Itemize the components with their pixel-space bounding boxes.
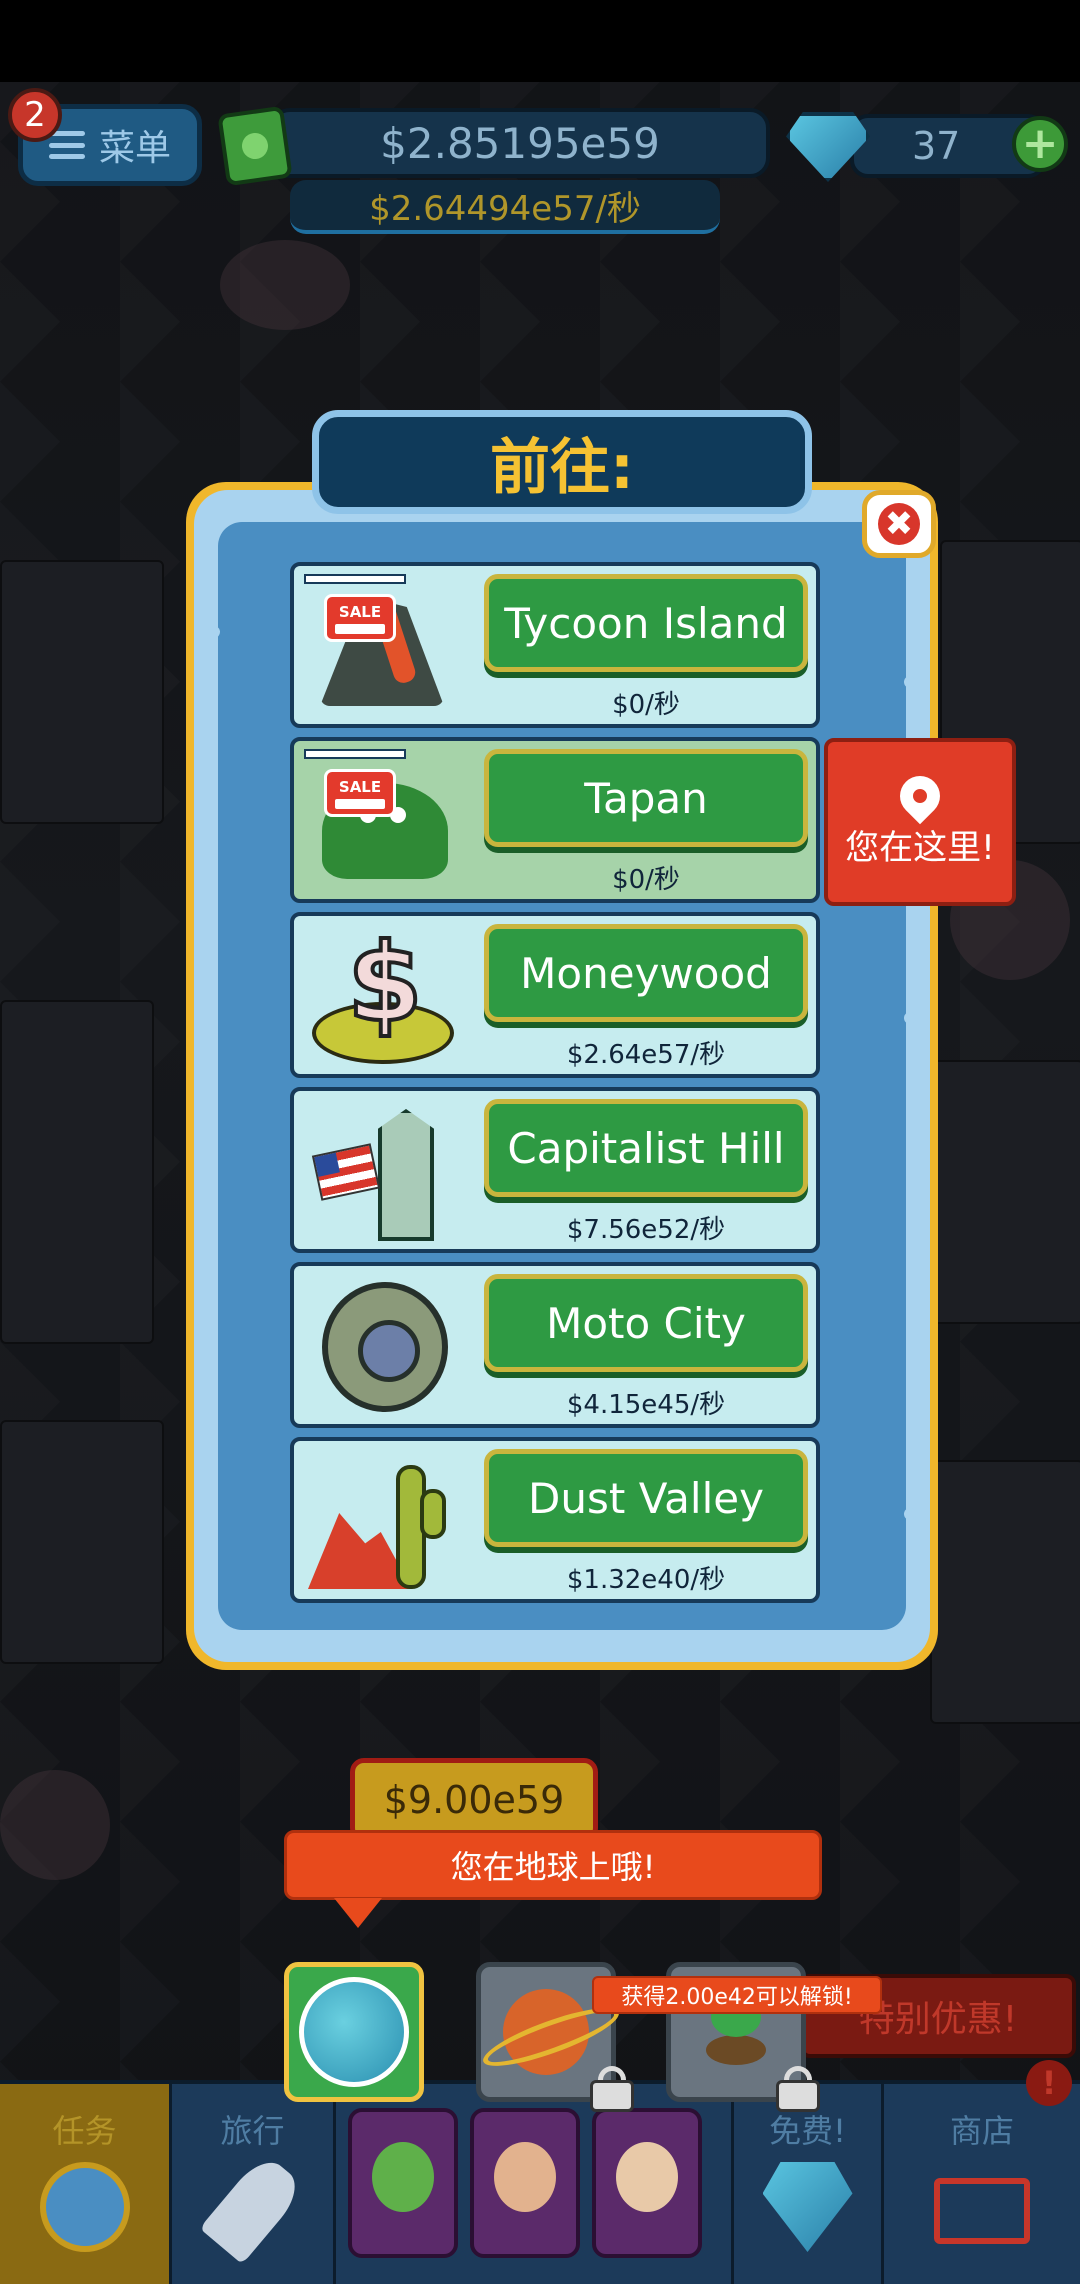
planet-earth-button[interactable] <box>284 1962 424 2102</box>
close-icon: ✖ <box>878 503 920 545</box>
cactus-icon <box>304 1449 450 1589</box>
planet-tooltip: 您在地球上哦! <box>284 1830 822 1900</box>
rocket-icon <box>198 2151 307 2265</box>
destination-rate: $7.56e52/秒 <box>566 1215 726 1245</box>
shopping-cart-icon <box>934 2178 1030 2244</box>
lock-icon <box>590 2066 634 2112</box>
alert-badge: ! <box>1026 2060 1072 2106</box>
destination-card: Dust Valley $1.32e40/秒 <box>290 1437 820 1603</box>
travel-button-moto-city[interactable]: Moto City <box>484 1274 808 1372</box>
unlock-tooltip: 获得2.00e42可以解锁! <box>592 1976 882 2014</box>
destination-rate: $4.15e45/秒 <box>566 1390 726 1420</box>
destination-list: SALE Tycoon Island $0/秒 SALE Tapan $0/秒 … <box>290 562 820 1612</box>
manager-avatar[interactable] <box>470 2108 580 2258</box>
add-gems-button[interactable]: + <box>1012 116 1068 172</box>
destination-rate: $0/秒 <box>612 690 680 720</box>
travel-button-tapan[interactable]: Tapan <box>484 749 808 847</box>
managers-panel[interactable] <box>336 2084 734 2284</box>
travel-button-dust-valley[interactable]: Dust Valley <box>484 1449 808 1547</box>
you-are-here-label: 您在这里! <box>845 828 995 868</box>
rivet <box>208 626 220 638</box>
dialog-title: 前往: <box>312 410 812 514</box>
rivet <box>904 1508 916 1520</box>
gem-icon <box>762 2162 853 2252</box>
tooltip-tail <box>334 1898 382 1928</box>
travel-button-moneywood[interactable]: Moneywood <box>484 924 808 1022</box>
tire-icon <box>304 1274 450 1414</box>
destination-card: Capitalist Hill $7.56e52/秒 <box>290 1087 820 1253</box>
medal-icon <box>39 2162 130 2252</box>
tab-shop[interactable]: 商店 <box>884 2084 1080 2284</box>
planet-icon <box>503 1989 589 2075</box>
tab-label: 旅行 <box>220 2112 285 2150</box>
dollar-icon: $ <box>304 922 454 1064</box>
tab-label: 任务 <box>52 2112 117 2150</box>
tab-travel[interactable]: 旅行 <box>172 2084 336 2284</box>
monument-icon <box>304 1099 450 1241</box>
lizard-icon: SALE <box>304 749 450 889</box>
close-button[interactable]: ✖ <box>862 490 936 558</box>
money-display: $2.85195e59 <box>270 108 770 178</box>
manager-avatar[interactable] <box>592 2108 702 2258</box>
tab-free[interactable]: 免费! <box>734 2084 884 2284</box>
lock-icon <box>776 2066 820 2112</box>
destination-rate: $2.64e57/秒 <box>566 1040 726 1070</box>
sale-tag: SALE <box>324 769 396 817</box>
cash-icon <box>217 105 293 187</box>
sale-tag: SALE <box>324 594 396 642</box>
travel-button-tycoon-island[interactable]: Tycoon Island <box>484 574 808 672</box>
money-rate-display: $2.64494e57/秒 <box>290 180 720 234</box>
volcano-icon: SALE <box>304 574 450 714</box>
destination-card: Moto City $4.15e45/秒 <box>290 1262 820 1428</box>
manager-avatar[interactable] <box>348 2108 458 2258</box>
menu-label: 菜单 <box>98 128 171 169</box>
destination-rate: $1.32e40/秒 <box>566 1565 726 1595</box>
destination-rate: $0/秒 <box>612 865 680 895</box>
location-pin-icon <box>891 767 949 825</box>
destination-card: $ Moneywood $2.64e57/秒 <box>290 912 820 1078</box>
you-are-here-badge: 您在这里! <box>824 738 1016 906</box>
notification-badge: 2 <box>8 88 62 142</box>
bottom-navigation: 任务 旅行 免费! 商店 <box>0 2080 1080 2284</box>
earth-icon <box>299 1977 409 2087</box>
rivet <box>904 676 916 688</box>
destination-card-current: SALE Tapan $0/秒 <box>290 737 820 903</box>
travel-button-capitalist-hill[interactable]: Capitalist Hill <box>484 1099 808 1197</box>
tab-label: 免费! <box>769 2112 846 2150</box>
hamburger-icon <box>48 131 85 159</box>
tab-missions[interactable]: 任务 <box>0 2084 172 2284</box>
destination-card: SALE Tycoon Island $0/秒 <box>290 562 820 728</box>
rivet <box>904 1012 916 1024</box>
tab-label: 商店 <box>949 2112 1014 2150</box>
